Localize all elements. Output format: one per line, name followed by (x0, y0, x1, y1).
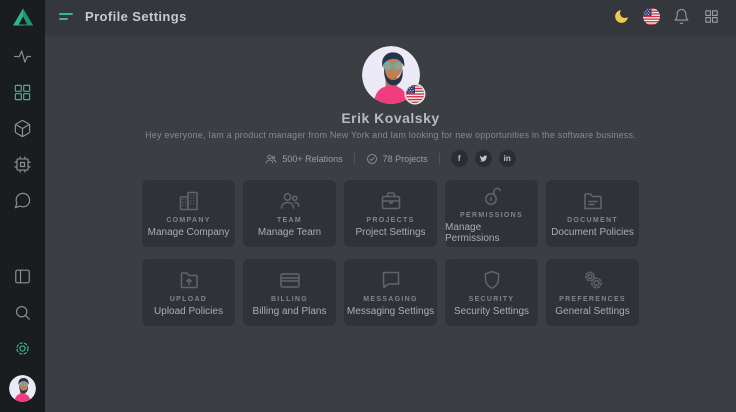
profile-bio: Hey everyone, Iam a product manager from… (145, 130, 636, 140)
sidebar-bottom (9, 267, 36, 402)
topbar: Profile Settings (45, 0, 736, 33)
linkedin-icon: in (504, 154, 511, 163)
projects-icon (379, 189, 403, 213)
divider (439, 153, 440, 165)
preferences-icon (581, 268, 605, 292)
divider (354, 153, 355, 165)
profile-settings-app: Profile Settings (0, 0, 736, 412)
sidebar-nav (13, 47, 32, 210)
dashboard-grid-icon[interactable] (13, 83, 32, 102)
topbar-actions (613, 8, 720, 25)
app-logo (0, 0, 45, 33)
card-category: TEAM (277, 217, 302, 224)
company-icon (177, 189, 201, 213)
social-links: f in (451, 150, 516, 167)
settings-cards-grid: COMPANY Manage Company TEAM Manage Team … (142, 180, 639, 326)
card-category: PREFERENCES (559, 296, 626, 303)
twitter-button[interactable] (475, 150, 492, 167)
card-manage-company[interactable]: COMPANY Manage Company (142, 180, 235, 247)
card-security-settings[interactable]: SECURITY Security Settings (445, 259, 538, 326)
card-label: Project Settings (355, 227, 425, 238)
bell-icon[interactable] (673, 8, 690, 25)
card-label: Billing and Plans (253, 306, 327, 317)
document-icon (581, 189, 605, 213)
security-icon (480, 268, 504, 292)
triangle-logo-icon (12, 7, 34, 27)
card-label: Security Settings (454, 306, 529, 317)
us-flag-icon[interactable] (643, 8, 660, 25)
card-upload-policies[interactable]: UPLOAD Upload Policies (142, 259, 235, 326)
projects-label: 78 Projects (383, 154, 428, 164)
package-box-icon[interactable] (13, 119, 32, 138)
users-icon (265, 153, 277, 165)
card-label: Manage Team (258, 227, 321, 238)
facebook-icon: f (458, 154, 461, 163)
check-circle-icon (366, 153, 378, 165)
side-panel-icon[interactable] (13, 267, 32, 286)
linkedin-button[interactable]: in (499, 150, 516, 167)
projects-stat: 78 Projects (366, 153, 428, 165)
card-category: UPLOAD (170, 296, 207, 303)
card-category: DOCUMENT (567, 217, 618, 224)
card-category: SECURITY (469, 296, 515, 303)
card-category: PROJECTS (366, 217, 414, 224)
card-billing-plans[interactable]: BILLING Billing and Plans (243, 259, 336, 326)
billing-icon (278, 268, 302, 292)
menu-toggle-icon[interactable] (59, 11, 74, 22)
card-label: Manage Company (148, 227, 230, 238)
card-label: General Settings (555, 306, 630, 317)
page-title: Profile Settings (85, 9, 187, 24)
profile-avatar (362, 46, 420, 104)
relations-label: 500+ Relations (282, 154, 342, 164)
activity-icon[interactable] (13, 47, 32, 66)
card-messaging-settings[interactable]: MESSAGING Messaging Settings (344, 259, 437, 326)
messaging-icon (379, 268, 403, 292)
search-icon[interactable] (13, 303, 32, 322)
card-category: PERMISSIONS (460, 212, 523, 219)
profile-stats: 500+ Relations 78 Projects f in (265, 150, 515, 167)
card-label: Document Policies (551, 227, 634, 238)
card-label: Manage Permissions (445, 222, 538, 244)
cpu-icon[interactable] (13, 155, 32, 174)
card-project-settings[interactable]: PROJECTS Project Settings (344, 180, 437, 247)
team-icon (278, 189, 302, 213)
card-category: BILLING (271, 296, 308, 303)
settings-gear-icon[interactable] (13, 339, 32, 358)
profile-name: Erik Kovalsky (341, 110, 439, 126)
card-manage-permissions[interactable]: PERMISSIONS Manage Permissions (445, 180, 538, 247)
relations-stat: 500+ Relations (265, 153, 342, 165)
card-document-policies[interactable]: DOCUMENT Document Policies (546, 180, 639, 247)
card-category: COMPANY (166, 217, 210, 224)
content: Erik Kovalsky Hey everyone, Iam a produc… (45, 33, 736, 412)
card-manage-team[interactable]: TEAM Manage Team (243, 180, 336, 247)
card-general-settings[interactable]: PREFERENCES General Settings (546, 259, 639, 326)
facebook-button[interactable]: f (451, 150, 468, 167)
sidebar (0, 0, 45, 412)
moon-icon[interactable] (613, 8, 630, 25)
upload-icon (177, 268, 201, 292)
apps-grid-icon[interactable] (703, 8, 720, 25)
card-category: MESSAGING (363, 296, 417, 303)
permissions-icon (480, 184, 504, 208)
sidebar-user-avatar[interactable] (9, 375, 36, 402)
card-label: Messaging Settings (347, 306, 434, 317)
main-area: Profile Settings (45, 0, 736, 412)
country-flag-badge (406, 85, 424, 103)
chat-bubble-icon[interactable] (13, 191, 32, 210)
twitter-icon (479, 154, 488, 163)
card-label: Upload Policies (154, 306, 223, 317)
